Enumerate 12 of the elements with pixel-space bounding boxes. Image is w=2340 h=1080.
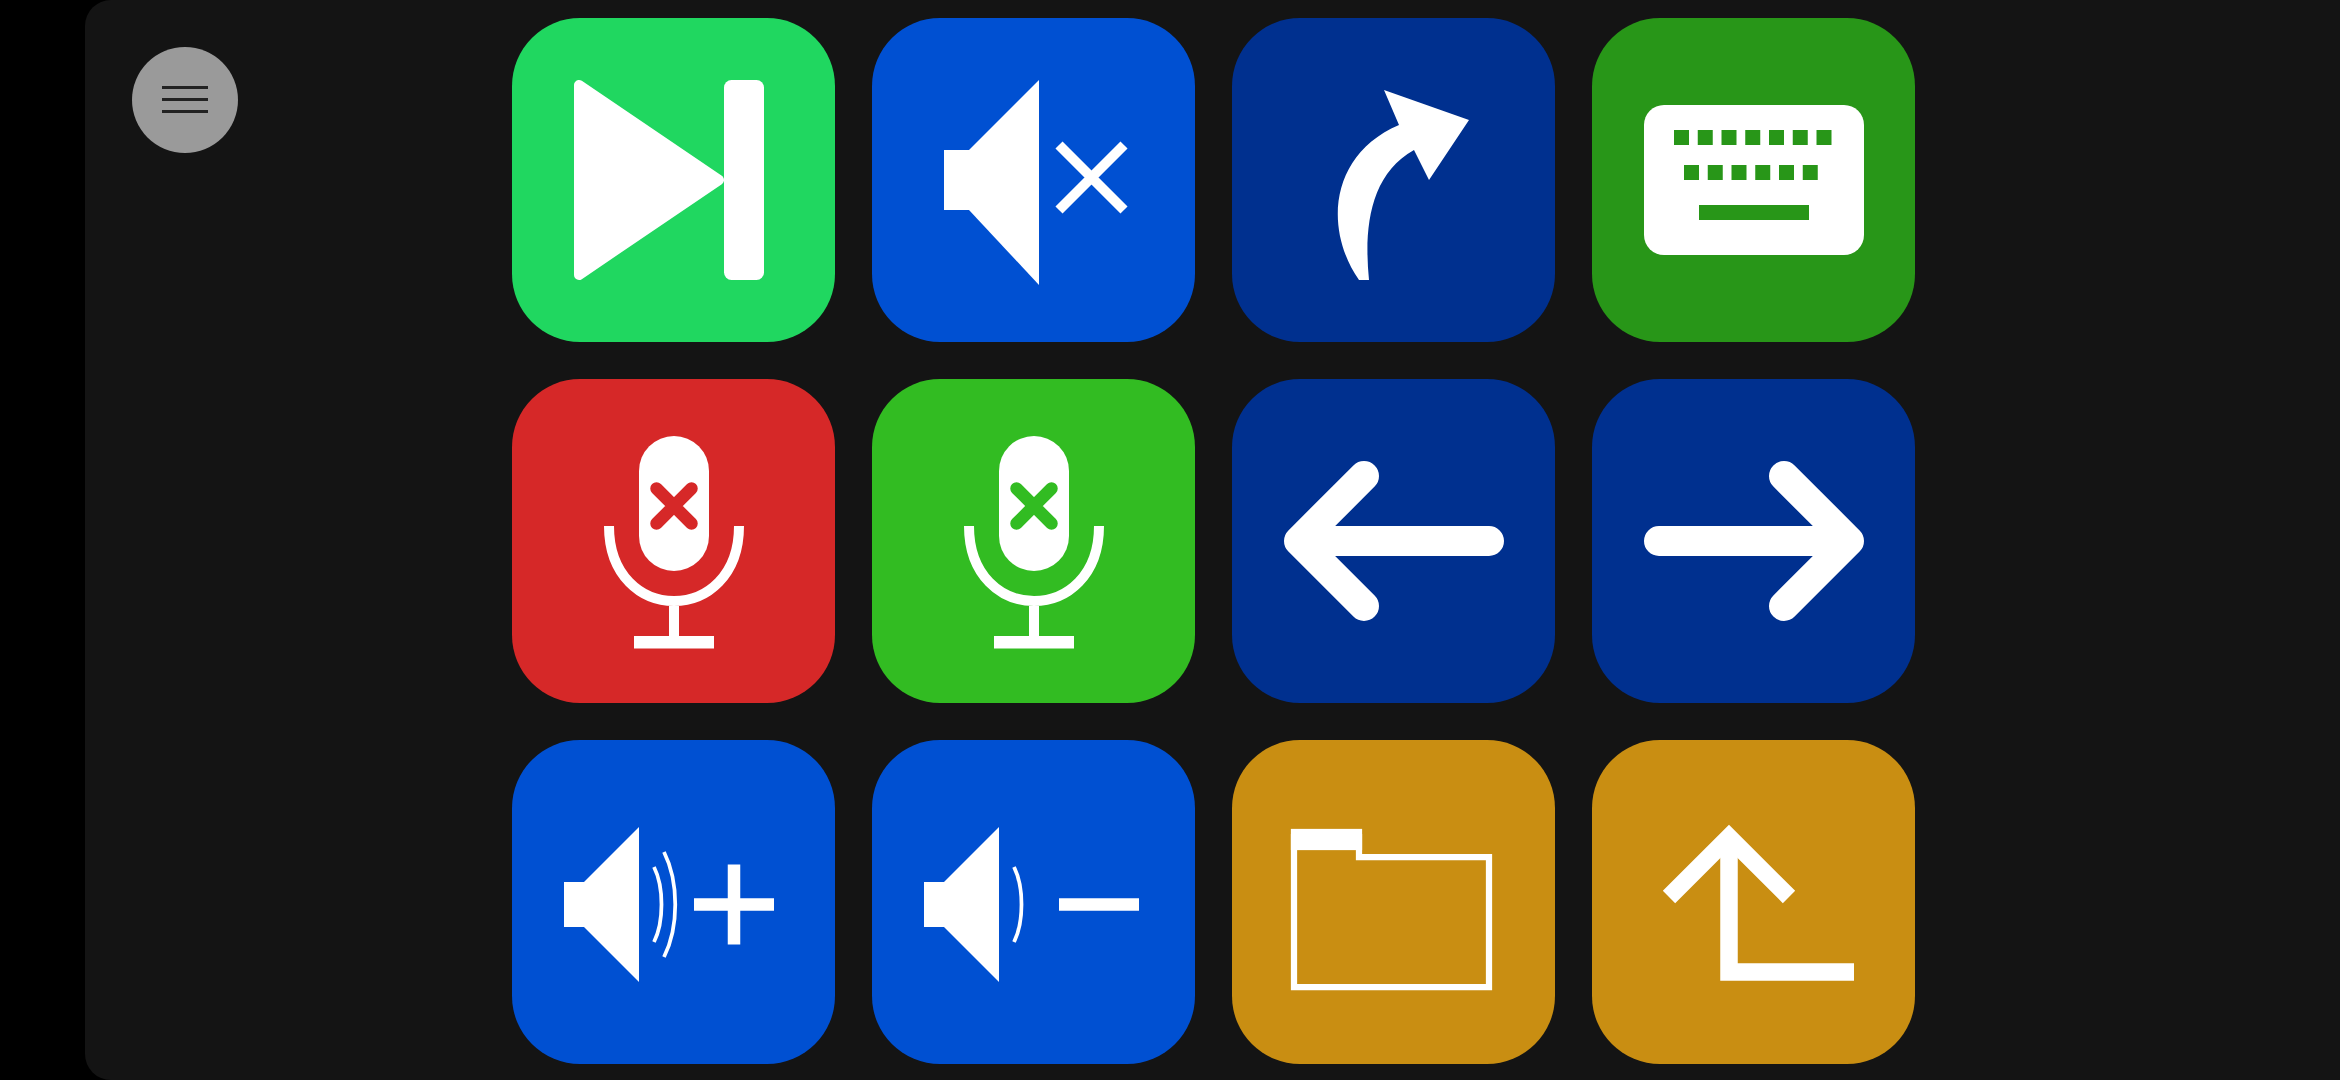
shortcut-button[interactable] — [872, 18, 1195, 342]
shortcut-button[interactable] — [1232, 18, 1555, 342]
shortcut-button[interactable] — [512, 379, 835, 703]
shortcut-button[interactable] — [872, 379, 1195, 703]
shortcut-button[interactable] — [1592, 18, 1915, 342]
shortcut-button[interactable] — [512, 18, 835, 342]
shortcut-button[interactable] — [1592, 379, 1915, 703]
shortcut-button[interactable] — [512, 740, 835, 1064]
shortcut-button[interactable] — [872, 740, 1195, 1064]
shortcut-button[interactable] — [1232, 379, 1555, 703]
shortcut-button[interactable] — [1232, 740, 1555, 1064]
shortcut-button[interactable] — [1592, 740, 1915, 1064]
